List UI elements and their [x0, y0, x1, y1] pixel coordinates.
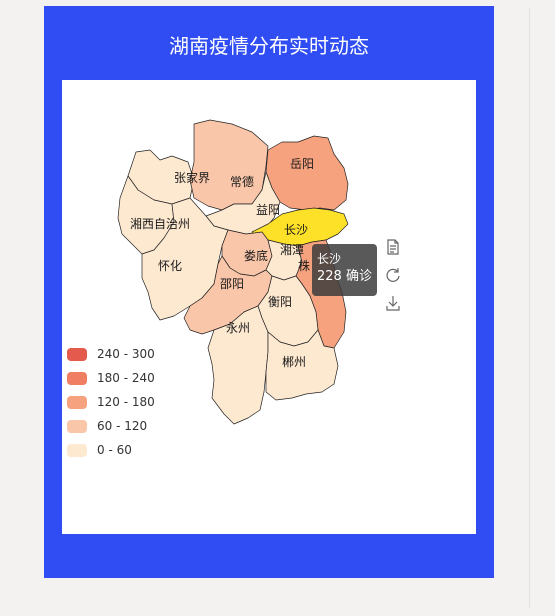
label-xiangxi: 湘西自治州 — [130, 216, 190, 231]
hunan-map: 张家界 常德 岳阳 益阳 湘西自治州 长沙 怀化 娄底 湘潭 株 邵阳 衡阳 永… — [117, 119, 349, 425]
legend-item[interactable]: 120 - 180 — [67, 390, 155, 414]
legend-label: 0 - 60 — [97, 443, 132, 457]
legend-swatch — [67, 347, 87, 361]
label-yiyang: 益阳 — [256, 203, 280, 217]
label-yueyang: 岳阳 — [290, 157, 314, 171]
legend-item[interactable]: 240 - 300 — [67, 342, 155, 366]
legend-swatch — [67, 395, 87, 409]
page-title: 湖南疫情分布实时动态 — [169, 34, 369, 58]
label-hengyang: 衡阳 — [268, 295, 292, 309]
label-changsha: 长沙 — [284, 223, 308, 237]
label-loudi: 娄底 — [244, 248, 268, 263]
legend-label: 180 - 240 — [97, 371, 155, 385]
save-image-icon[interactable] — [384, 294, 402, 312]
dashboard-card: 湖南疫情分布实时动态 张家界 常德 岳阳 益阳 湘西自治州 长沙 怀化 娄底 湘… — [44, 6, 494, 578]
label-zhuzhou: 株 — [298, 258, 310, 273]
legend-item[interactable]: 0 - 60 — [67, 438, 155, 462]
legend-swatch — [67, 443, 87, 457]
map-tooltip: 长沙 228 确诊 — [312, 244, 377, 296]
label-zhangjiajie: 张家界 — [174, 170, 210, 185]
region-changde[interactable] — [189, 119, 269, 211]
data-view-icon[interactable] — [384, 238, 402, 256]
page-divider — [529, 8, 530, 608]
label-shaoyang: 邵阳 — [220, 277, 244, 291]
map-panel: 张家界 常德 岳阳 益阳 湘西自治州 长沙 怀化 娄底 湘潭 株 邵阳 衡阳 永… — [62, 80, 476, 534]
restore-icon[interactable] — [384, 266, 402, 284]
label-huaihua: 怀化 — [158, 259, 182, 273]
legend-swatch — [67, 419, 87, 433]
label-yongzhou: 永州 — [226, 321, 250, 335]
toolbox — [384, 238, 404, 322]
label-changde: 常德 — [230, 174, 254, 189]
tooltip-city: 长沙 — [317, 252, 342, 266]
legend-label: 60 - 120 — [97, 419, 148, 433]
legend-label: 240 - 300 — [97, 347, 155, 361]
legend: 240 - 300 180 - 240 120 - 180 60 - 120 0… — [67, 342, 155, 462]
legend-label: 120 - 180 — [97, 395, 155, 409]
legend-item[interactable]: 180 - 240 — [67, 366, 155, 390]
tooltip-value: 228 确诊 — [317, 269, 372, 284]
legend-item[interactable]: 60 - 120 — [67, 414, 155, 438]
legend-swatch — [67, 371, 87, 385]
label-xiangtan: 湘潭 — [280, 242, 304, 257]
label-chenzhou: 郴州 — [282, 355, 306, 369]
